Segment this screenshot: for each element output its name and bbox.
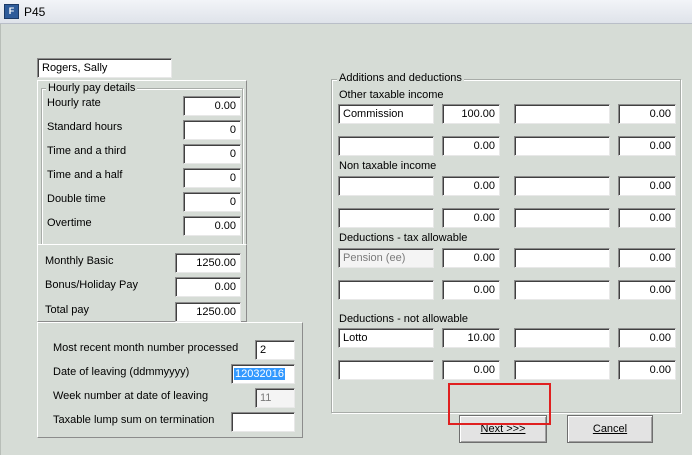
other-taxable-name-2[interactable] (514, 104, 610, 124)
tax-allowable-name-1[interactable]: Pension (ee) (338, 248, 434, 268)
non-taxable-name-3[interactable] (338, 208, 434, 228)
hourly-rate-field[interactable]: 0.00 (183, 96, 241, 116)
not-allowable-amount-4[interactable]: 0.00 (618, 360, 676, 380)
other-taxable-name-3[interactable] (338, 136, 434, 156)
time-and-a-half-label: Time and a half (47, 169, 123, 181)
total-pay-field[interactable]: 1250.00 (175, 302, 241, 322)
cancel-button-label: Cancel (592, 423, 628, 435)
other-taxable-name-1[interactable]: Commission (338, 104, 434, 124)
double-time-label: Double time (47, 193, 106, 205)
cancel-button[interactable]: Cancel (567, 415, 653, 443)
other-taxable-income-label: Other taxable income (339, 89, 444, 101)
week-number-field[interactable]: 11 (255, 388, 295, 408)
deductions-tax-allowable-label: Deductions - tax allowable (339, 232, 468, 244)
double-time-field[interactable]: 0 (183, 192, 241, 212)
total-pay-label: Total pay (45, 304, 90, 316)
date-of-leaving-field[interactable]: 12032016 (231, 364, 295, 384)
not-allowable-name-1[interactable]: Lotto (338, 328, 434, 348)
p45-form: Rogers, Sally Hourly pay details Hourly … (0, 24, 692, 455)
other-taxable-amount-4[interactable]: 0.00 (618, 136, 676, 156)
overtime-field[interactable]: 0.00 (183, 216, 241, 236)
not-allowable-name-2[interactable] (514, 328, 610, 348)
monthly-basic-label: Monthly Basic (45, 255, 114, 267)
other-taxable-amount-2[interactable]: 0.00 (618, 104, 676, 124)
time-and-a-third-field[interactable]: 0 (183, 144, 241, 164)
tax-allowable-amount-3[interactable]: 0.00 (442, 280, 500, 300)
app-icon: F (4, 4, 19, 19)
lump-sum-label: Taxable lump sum on termination (53, 414, 215, 426)
not-allowable-amount-3[interactable]: 0.00 (442, 360, 500, 380)
hourly-rate-label: Hourly rate (47, 97, 101, 109)
time-and-a-third-label: Time and a third (47, 145, 127, 157)
non-taxable-name-2[interactable] (514, 176, 610, 196)
not-allowable-name-4[interactable] (514, 360, 610, 380)
next-button[interactable]: Next >>> (459, 415, 547, 443)
overtime-label: Overtime (47, 217, 92, 229)
window-title: P45 (24, 5, 46, 19)
not-allowable-name-3[interactable] (338, 360, 434, 380)
non-taxable-amount-4[interactable]: 0.00 (618, 208, 676, 228)
bonus-holiday-pay-field[interactable]: 0.00 (175, 277, 241, 297)
date-of-leaving-label: Date of leaving (ddmmyyyy) (53, 366, 190, 378)
monthly-basic-field[interactable]: 1250.00 (175, 253, 241, 273)
non-taxable-name-4[interactable] (514, 208, 610, 228)
tax-allowable-amount-4[interactable]: 0.00 (618, 280, 676, 300)
additions-deductions-title: Additions and deductions (337, 72, 464, 84)
recent-month-label: Most recent month number processed (53, 342, 239, 354)
week-number-label: Week number at date of leaving (53, 390, 209, 402)
non-taxable-amount-2[interactable]: 0.00 (618, 176, 676, 196)
tax-allowable-name-2[interactable] (514, 248, 610, 268)
non-taxable-amount-1[interactable]: 0.00 (442, 176, 500, 196)
next-button-label: Next >>> (480, 423, 526, 435)
lump-sum-field[interactable] (231, 412, 295, 432)
recent-month-field[interactable]: 2 (255, 340, 295, 360)
deductions-not-allowable-label: Deductions - not allowable (339, 313, 469, 325)
non-taxable-name-1[interactable] (338, 176, 434, 196)
other-taxable-name-4[interactable] (514, 136, 610, 156)
non-taxable-income-label: Non taxable income (339, 160, 437, 172)
tax-allowable-amount-2[interactable]: 0.00 (618, 248, 676, 268)
title-bar: F P45 (0, 0, 692, 24)
other-taxable-amount-3[interactable]: 0.00 (442, 136, 500, 156)
tax-allowable-name-4[interactable] (514, 280, 610, 300)
tax-allowable-amount-1[interactable]: 0.00 (442, 248, 500, 268)
not-allowable-amount-2[interactable]: 0.00 (618, 328, 676, 348)
hourly-pay-title: Hourly pay details (46, 82, 138, 94)
other-taxable-amount-1[interactable]: 100.00 (442, 104, 500, 124)
non-taxable-amount-3[interactable]: 0.00 (442, 208, 500, 228)
employee-name-field[interactable]: Rogers, Sally (37, 58, 172, 78)
bonus-holiday-pay-label: Bonus/Holiday Pay (45, 279, 138, 291)
date-of-leaving-value: 12032016 (234, 368, 285, 380)
not-allowable-amount-1[interactable]: 10.00 (442, 328, 500, 348)
standard-hours-field[interactable]: 0 (183, 120, 241, 140)
tax-allowable-name-3[interactable] (338, 280, 434, 300)
standard-hours-label: Standard hours (47, 121, 123, 133)
time-and-a-half-field[interactable]: 0 (183, 168, 241, 188)
